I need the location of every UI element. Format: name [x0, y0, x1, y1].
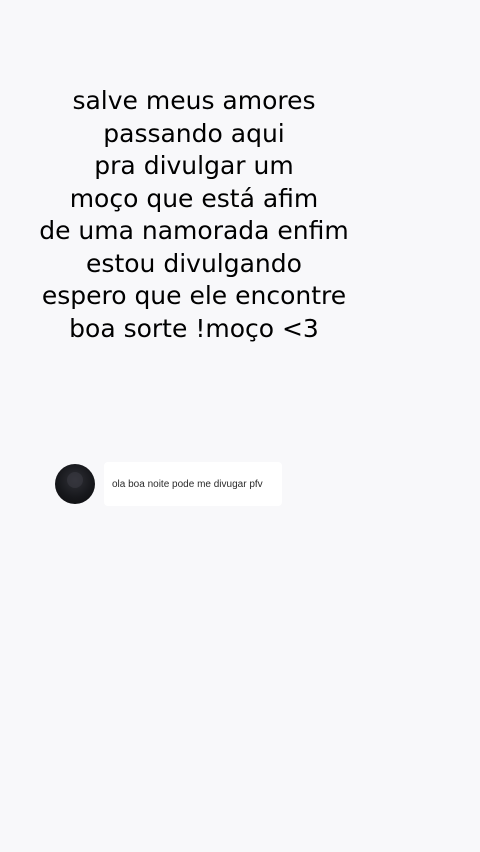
overlay-caption: salve meus amores passando aqui pra divu… — [0, 85, 388, 345]
caption-line: estou divulgando — [86, 248, 302, 278]
caption-line: de uma namorada enfim — [39, 216, 349, 245]
caption-line: moço que está afim — [69, 183, 319, 213]
caption-line: espero que ele encontre — [41, 281, 347, 310]
caption-line: passando aqui — [103, 118, 285, 148]
caption-line: pra divulgar um — [94, 151, 294, 180]
comment-text: ola boa noite pode me divugar pfv — [112, 478, 263, 490]
avatar — [55, 464, 95, 504]
comment-card: ola boa noite pode me divugar pfv — [55, 462, 282, 506]
comment-bubble: ola boa noite pode me divugar pfv — [104, 462, 282, 506]
caption-line: boa sorte !moço <3 — [69, 313, 319, 343]
caption-line: salve meus amores — [72, 86, 316, 115]
